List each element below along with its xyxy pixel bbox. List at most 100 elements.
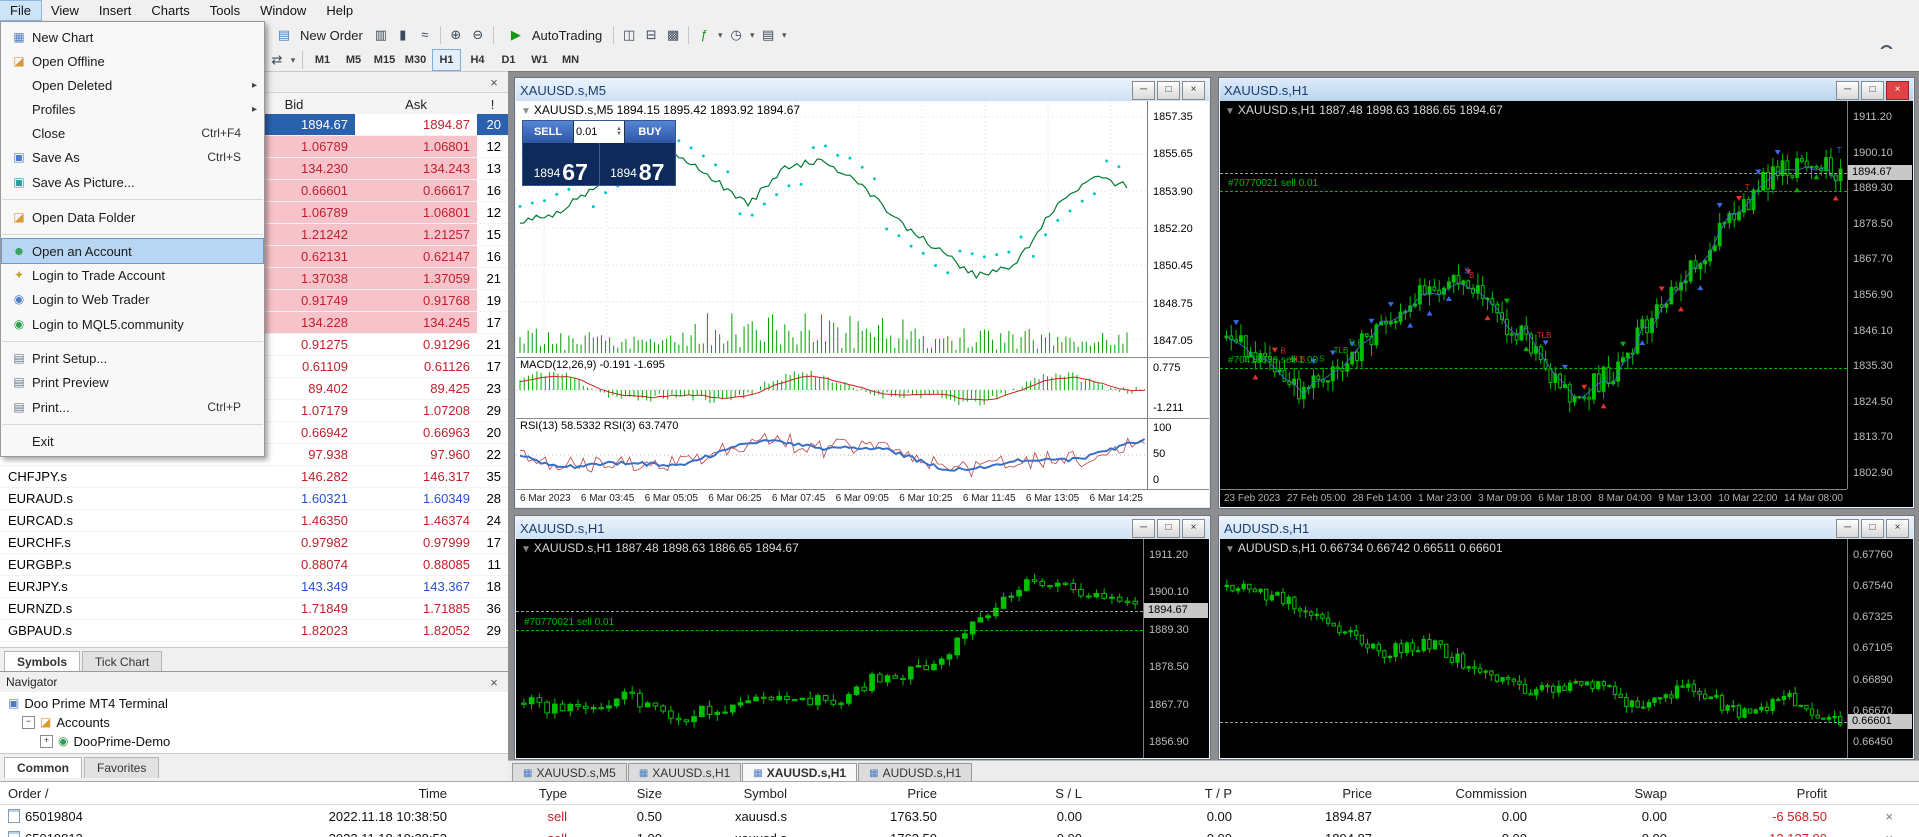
menu-bar-item[interactable]: Tools (200, 1, 250, 20)
minimize-icon[interactable]: ─ (1836, 81, 1859, 100)
file-menu-item[interactable]: ▤ Print Setup... (2, 346, 263, 370)
close-icon[interactable]: × (486, 675, 502, 690)
menu-bar-item[interactable]: Window (250, 1, 316, 20)
column-type[interactable]: Type (455, 786, 575, 801)
close-icon[interactable]: × (1886, 519, 1909, 538)
column-order[interactable]: Order / (0, 786, 170, 801)
column-commission[interactable]: Commission (1380, 786, 1535, 801)
navigator-tab[interactable]: Common (4, 757, 82, 778)
sell-price[interactable]: 1894 67 (523, 143, 600, 185)
column-profit[interactable]: Profit (1675, 786, 1835, 801)
timeframe-button[interactable]: M30 (401, 49, 430, 71)
timeframe-button[interactable]: MN (556, 49, 585, 71)
periods-clock-icon[interactable]: ◷ (725, 24, 747, 46)
rsi-scale[interactable]: 100500 (1147, 419, 1209, 489)
file-menu-item[interactable]: ◪ Open Offline (2, 49, 263, 73)
macd-scale[interactable]: 0.775-1.211 (1147, 358, 1209, 418)
file-menu-item[interactable]: ◉ Login to MQL5.community (2, 311, 263, 342)
candle-chart-pane[interactable] (1220, 539, 1847, 758)
chart-tab[interactable]: ▦ XAUUSD.s,H1 (742, 763, 857, 783)
market-watch-row[interactable]: EURCHF.s 0.97982 0.97999 17 (0, 532, 508, 554)
chart-window-titlebar[interactable]: XAUUSD.s,H1 ─ □ × (1220, 79, 1913, 101)
market-watch-row[interactable]: CHFJPY.s 146.282 146.317 35 (0, 466, 508, 488)
one-click-toggle-icon[interactable]: ▼ (1225, 544, 1235, 555)
price-scale[interactable]: 1857.351855.651853.901852.201850.451848.… (1147, 101, 1209, 357)
restore-icon[interactable]: □ (1157, 81, 1180, 100)
column-sl[interactable]: S / L (945, 786, 1090, 801)
bars-chart-icon[interactable]: ▥ (370, 24, 392, 46)
autoscroll-dropdown-icon[interactable]: ▾ (288, 49, 298, 71)
candle-chart-canvas[interactable] (1220, 539, 1847, 758)
market-watch-row[interactable]: EURJPY.s 143.349 143.367 18 (0, 576, 508, 598)
close-icon[interactable]: × (1182, 81, 1205, 100)
buy-price[interactable]: 1894 87 (600, 143, 676, 185)
indicators-dropdown-icon[interactable]: ▾ (715, 24, 725, 46)
market-watch-tab[interactable]: Symbols (4, 651, 80, 672)
market-watch-row[interactable]: EURCAD.s 1.46350 1.46374 24 (0, 510, 508, 532)
chart-window-titlebar[interactable]: XAUUSD.s,M5 ─ □ × (516, 79, 1209, 101)
close-icon[interactable]: × (1886, 81, 1909, 100)
candle-chart-pane[interactable]: BBLBSTLBTLBSBTLBTT #70770021 sell 0.01 #… (1220, 101, 1847, 489)
templates-icon[interactable]: ▤ (757, 24, 779, 46)
pane-separator[interactable] (516, 418, 1209, 419)
new-order-button[interactable]: ▤ New Order (266, 23, 370, 47)
tile-windows-icon[interactable]: ◫ (618, 24, 640, 46)
file-menu-item[interactable]: Exit (2, 429, 263, 453)
periods-dropdown-icon[interactable]: ▾ (747, 24, 757, 46)
timeframe-button[interactable]: M15 (370, 49, 399, 71)
cascade-windows-icon[interactable]: ▩ (662, 24, 684, 46)
column-swap[interactable]: Swap (1535, 786, 1675, 801)
menu-bar-item[interactable]: Help (316, 1, 363, 20)
file-menu-item[interactable]: ▤ Print Preview (2, 370, 263, 394)
menu-bar-item[interactable]: File (0, 1, 41, 20)
chart-tab[interactable]: ▦ XAUUSD.s,H1 (628, 763, 741, 783)
expand-icon[interactable]: + (40, 735, 53, 748)
autotrading-button[interactable]: ▶ AutoTrading (498, 23, 609, 47)
candle-chart-canvas[interactable]: BBLBSTLBTLBSBTLBTT (1220, 101, 1847, 489)
indicators-icon[interactable]: ƒ (693, 24, 715, 46)
volume-stepper[interactable]: 0.01 ▲▼ (573, 121, 625, 143)
column-ask[interactable]: Ask (355, 97, 477, 112)
menu-bar-item[interactable]: View (41, 1, 89, 20)
file-menu-item[interactable]: ◉ Login to Web Trader (2, 287, 263, 311)
line-chart-icon[interactable]: ≈ (414, 24, 436, 46)
file-menu-item[interactable]: ✦ Login to Trade Account (2, 263, 263, 287)
file-menu-item[interactable]: Close Ctrl+F4 (2, 121, 263, 145)
tree-item-account-demo[interactable]: + ◉ DooPrime-Demo (0, 732, 508, 751)
trade-row[interactable]: 65019812 2022.11.18 10:38:52 sell 1.00 x… (0, 827, 1919, 837)
zoom-in-icon[interactable]: ⊕ (445, 24, 467, 46)
file-menu-item[interactable]: ◪ Open Data Folder (2, 204, 263, 235)
autoscroll-icon[interactable]: ⇄ (266, 49, 288, 71)
chart-tab[interactable]: ▦ AUDUSD.s,H1 (858, 763, 972, 783)
chart-window-titlebar[interactable]: XAUUSD.s,H1 ─ □ × (516, 517, 1209, 539)
column-symbol[interactable]: Symbol (670, 786, 795, 801)
column-open-price[interactable]: Price (795, 786, 945, 801)
templates-dropdown-icon[interactable]: ▾ (779, 24, 789, 46)
tile-horizontal-icon[interactable]: ⊟ (640, 24, 662, 46)
file-menu-item[interactable]: Profiles ▸ (2, 97, 263, 121)
pane-separator[interactable] (516, 357, 1209, 358)
chart-window-titlebar[interactable]: AUDUSD.s,H1 ─ □ × (1220, 517, 1913, 539)
timeframe-button[interactable]: W1 (525, 49, 554, 71)
file-menu-item[interactable]: Open Deleted ▸ (2, 73, 263, 97)
volume-down-icon[interactable]: ▼ (616, 132, 622, 137)
navigator-tab[interactable]: Favorites (84, 757, 159, 778)
column-current-price[interactable]: Price (1240, 786, 1380, 801)
one-click-toggle-icon[interactable]: ▼ (521, 544, 531, 555)
order-line[interactable]: #70770021 sell 0.01 (1220, 191, 1847, 192)
minimize-icon[interactable]: ─ (1132, 81, 1155, 100)
market-watch-row[interactable]: GBPAUD.s 1.82023 1.82052 29 (0, 620, 508, 642)
column-tp[interactable]: T / P (1090, 786, 1240, 801)
close-icon[interactable]: × (486, 75, 502, 90)
candle-chart-canvas[interactable] (516, 539, 1143, 758)
timeframe-button[interactable]: M5 (339, 49, 368, 71)
chart-tab[interactable]: ▦ XAUUSD.s,M5 (512, 763, 627, 783)
candle-chart-pane[interactable]: #70770021 sell 0.01 (516, 539, 1143, 758)
market-watch-row[interactable]: EURAUD.s 1.60321 1.60349 28 (0, 488, 508, 510)
candlestick-chart-icon[interactable]: ▮ (392, 24, 414, 46)
file-menu-item[interactable]: ▦ New Chart (2, 25, 263, 49)
collapse-icon[interactable]: − (22, 716, 35, 729)
minimize-icon[interactable]: ─ (1836, 519, 1859, 538)
order-line[interactable]: #70770021 sell 0.01 (516, 630, 1143, 631)
file-menu-item[interactable]: ☻ Open an Account (2, 239, 263, 263)
